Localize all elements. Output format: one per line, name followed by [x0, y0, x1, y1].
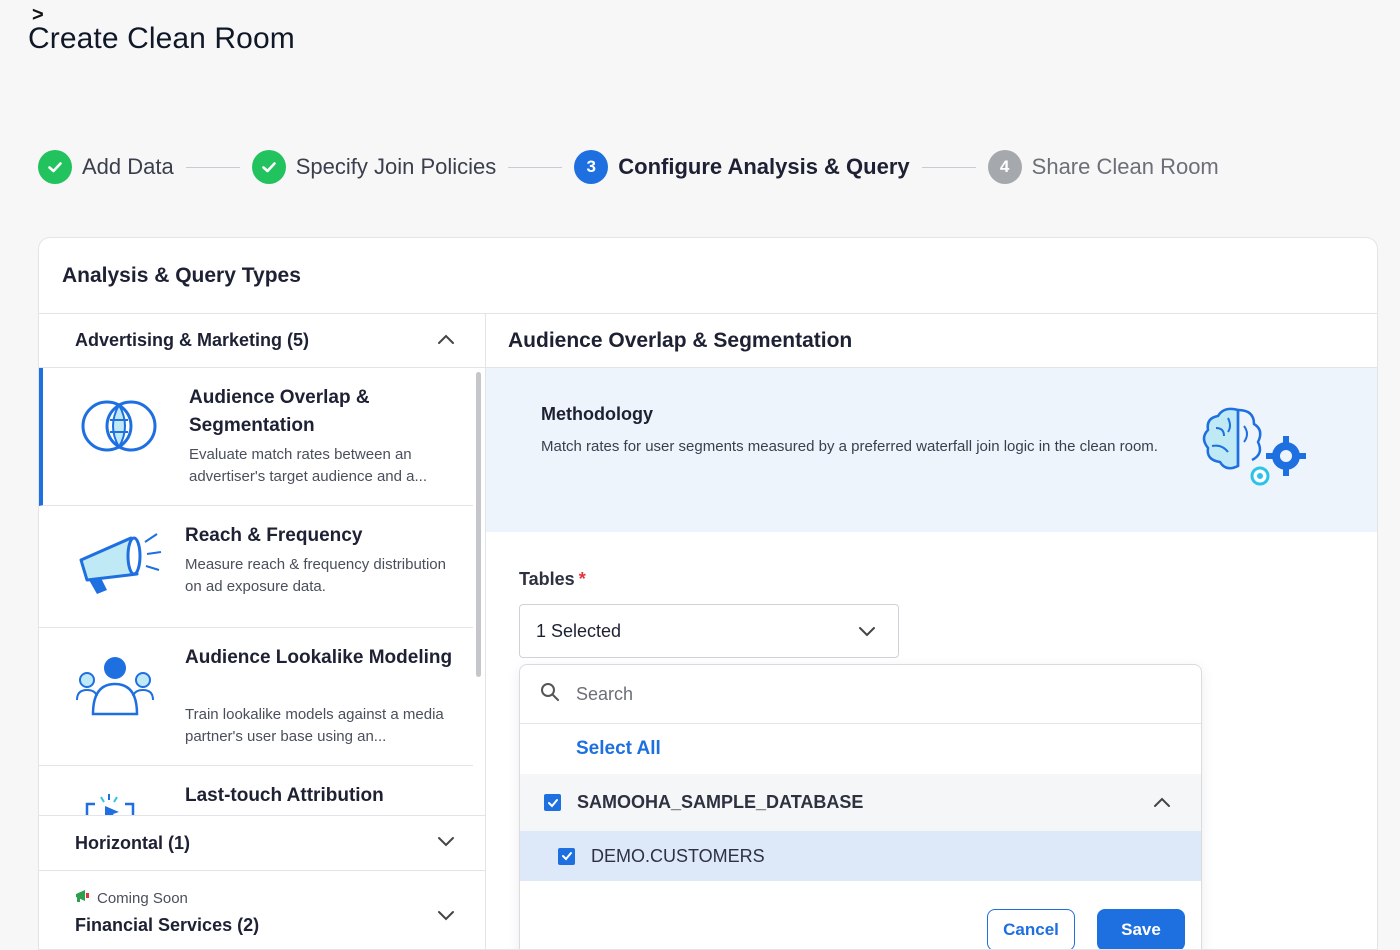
coming-soon-badge: Coming Soon	[75, 889, 188, 907]
step-connector	[921, 166, 976, 168]
step-number-badge: 4	[987, 150, 1022, 184]
step-join-policies[interactable]: Specify Join Policies	[251, 150, 497, 184]
megaphone-icon	[75, 889, 93, 907]
chevron-up-icon[interactable]	[1153, 792, 1171, 813]
database-name: SAMOOHA_SAMPLE_DATABASE	[577, 792, 864, 812]
group-label: Horizontal (1)	[75, 832, 190, 853]
people-group-icon	[75, 654, 155, 725]
item-description: Train lookalike models against a media p…	[185, 706, 444, 745]
item-title: Reach & Frequency	[185, 525, 363, 546]
analysis-card: Analysis & Query Types Advertising & Mar…	[38, 237, 1378, 950]
item-description: Measure reach & frequency distribution o…	[185, 556, 446, 595]
methodology-panel: Methodology Match rates for user segment…	[486, 368, 1377, 532]
methodology-text: Match rates for user segments measured b…	[541, 438, 1158, 455]
list-item-lookalike-modeling[interactable]: Audience Lookalike Modeling Train lookal…	[39, 628, 473, 766]
list-item-reach-frequency[interactable]: Reach & Frequency Measure reach & freque…	[39, 506, 473, 628]
cursor-click-icon	[75, 788, 145, 815]
tables-dropdown: Select All SAMOOHA_SAMPLE_DATABASE DEMO.…	[519, 664, 1202, 949]
table-checkbox[interactable]	[558, 847, 575, 865]
save-button[interactable]: Save	[1097, 909, 1185, 949]
step-add-data[interactable]: Add Data	[38, 150, 174, 184]
detail-title: Audience Overlap & Segmentation	[486, 314, 1377, 368]
chevron-down-icon	[858, 621, 876, 642]
search-input[interactable]	[576, 683, 1076, 705]
card-title: Analysis & Query Types	[62, 264, 301, 287]
table-row[interactable]: DEMO.CUSTOMERS	[520, 831, 1201, 881]
step-connector	[508, 166, 563, 168]
step-label: Specify Join Policies	[295, 154, 497, 179]
chevron-down-icon	[437, 834, 455, 852]
chevron-down-icon	[437, 908, 455, 926]
tables-select-value: 1 Selected	[536, 620, 622, 641]
step-label: Add Data	[82, 154, 174, 179]
required-mark: *	[578, 569, 586, 589]
scrollbar-thumb[interactable]	[476, 372, 481, 677]
list-item-last-touch-attribution[interactable]: Last-touch Attribution	[39, 766, 473, 815]
chevron-up-icon	[437, 332, 455, 350]
group-financial-services[interactable]: Financial Services (2)	[39, 871, 485, 949]
dropdown-search	[520, 665, 1201, 724]
list-item-audience-overlap[interactable]: Audience Overlap & Segmentation Evaluate…	[39, 368, 473, 506]
step-number-badge: 3	[574, 150, 609, 184]
analysis-type-list: Advertising & Marketing (5) Audience Ove…	[39, 314, 486, 949]
step-connector	[185, 166, 240, 168]
cancel-button[interactable]: Cancel	[987, 909, 1075, 949]
search-icon	[540, 682, 560, 707]
step-label: Configure Analysis & Query	[618, 154, 910, 179]
brain-gears-icon	[1198, 402, 1314, 497]
tables-select[interactable]: 1 Selected	[519, 604, 899, 658]
item-description: Evaluate match rates between an advertis…	[189, 446, 428, 485]
step-configure-analysis[interactable]: 3 Configure Analysis & Query	[574, 150, 910, 184]
tables-label: Tables *	[519, 569, 586, 589]
coming-soon-label: Coming Soon	[97, 889, 188, 907]
page-title: Create Clean Room	[28, 22, 295, 55]
venn-overlap-icon	[79, 396, 159, 461]
check-icon	[38, 150, 72, 184]
group-label: Financial Services (2)	[75, 915, 260, 935]
item-title: Audience Overlap & Segmentation	[189, 387, 370, 436]
items-scroll-area[interactable]: Audience Overlap & Segmentation Evaluate…	[39, 368, 485, 815]
group-advertising-marketing[interactable]: Advertising & Marketing (5)	[39, 314, 485, 368]
item-title: Audience Lookalike Modeling	[185, 647, 453, 668]
check-icon	[251, 150, 286, 184]
item-title: Last-touch Attribution	[185, 785, 384, 806]
group-horizontal[interactable]: Horizontal (1)	[39, 815, 485, 871]
group-label: Advertising & Marketing (5)	[75, 330, 310, 350]
step-share-clean-room[interactable]: 4 Share Clean Room	[987, 150, 1219, 184]
methodology-title: Methodology	[541, 404, 653, 424]
database-checkbox[interactable]	[544, 794, 561, 811]
stepper: Add Data Specify Join Policies 3 Configu…	[38, 150, 1219, 184]
step-label: Share Clean Room	[1031, 154, 1219, 179]
table-name: DEMO.CUSTOMERS	[591, 845, 765, 866]
select-all-link[interactable]: Select All	[520, 724, 1201, 774]
megaphone-icon	[75, 528, 165, 603]
dropdown-actions: Cancel Save	[987, 909, 1185, 949]
database-row[interactable]: SAMOOHA_SAMPLE_DATABASE	[520, 774, 1201, 831]
